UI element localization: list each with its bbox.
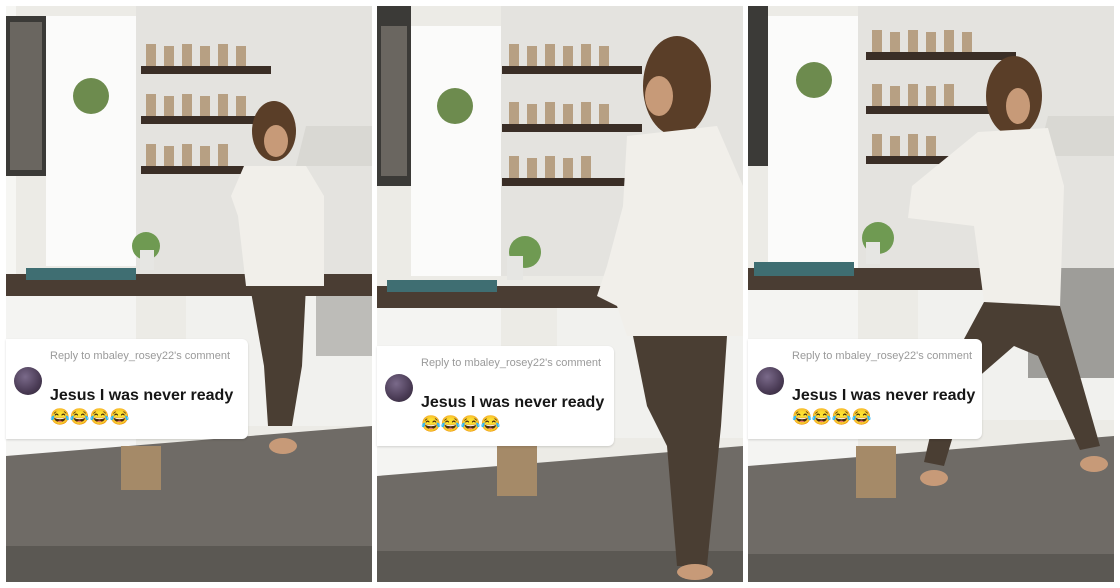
reply-label: Reply to mbaley_rosey22's comment <box>792 350 973 362</box>
avatar <box>14 367 42 395</box>
reply-card-middle: Reply to mbaley_rosey22's comment Jesus … <box>377 346 614 446</box>
kitchen-scene <box>6 6 372 582</box>
video-frame-right <box>748 6 1114 582</box>
reply-card-right: Reply to mbaley_rosey22's comment Jesus … <box>748 339 982 439</box>
comment-text: Jesus I was never ready😂😂😂😂 <box>792 387 976 426</box>
comment-text: Jesus I was never ready😂😂😂😂 <box>50 387 234 426</box>
avatar <box>385 374 413 402</box>
reply-card-left: Reply to mbaley_rosey22's comment Jesus … <box>6 339 248 439</box>
reply-label: Reply to mbaley_rosey22's comment <box>50 350 231 362</box>
video-frame-middle <box>377 6 743 582</box>
avatar <box>756 367 784 395</box>
comment-text: Jesus I was never ready😂😂😂😂 <box>421 394 605 433</box>
reply-label: Reply to mbaley_rosey22's comment <box>421 357 602 369</box>
kitchen-scene <box>748 6 1114 582</box>
video-frame-left <box>6 6 372 582</box>
kitchen-scene <box>377 6 743 582</box>
